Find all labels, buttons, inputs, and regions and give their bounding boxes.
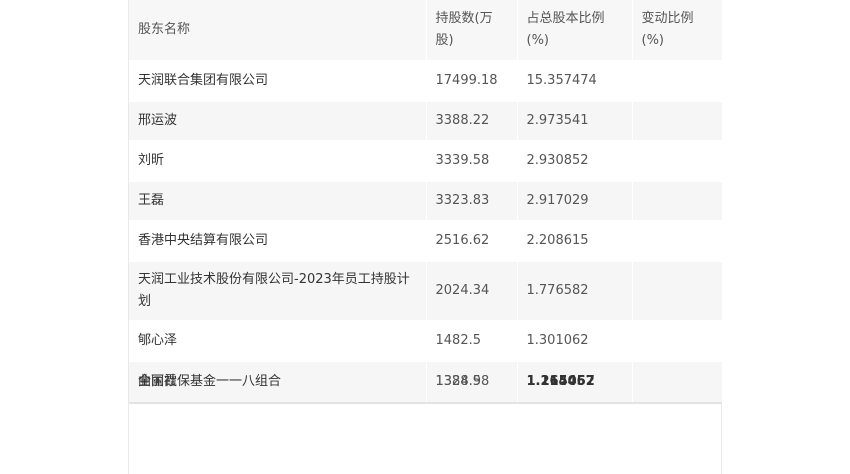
holder-name: 香港中央结算有限公司	[129, 221, 427, 262]
table-row: 王磊 3323.83 2.917029	[129, 181, 722, 222]
holder-shares: 3388.22	[426, 101, 518, 142]
overlapped-name: 全国社保基金一一八组合 曲丽霞	[138, 371, 281, 393]
table-row: 郇心泽 1482.5 1.301062	[129, 321, 722, 362]
holder-change-overlap	[632, 361, 722, 404]
holder-change	[632, 101, 722, 142]
holder-shares: 2516.62	[426, 221, 518, 262]
holder-name-overlap: 全国社保基金一一八组合 曲丽霞	[129, 361, 427, 404]
holder-name: 邢运波	[129, 101, 427, 142]
holder-name-secondary: 曲丽霞	[138, 374, 178, 389]
header-change: 变动比例(%)	[632, 0, 722, 62]
table-header-row: 股东名称 持股数(万股) 占总股本比例(%) 变动比例(%)	[129, 0, 722, 62]
holder-name: 王磊	[129, 181, 427, 222]
holder-ratio: 2.917029	[517, 181, 633, 222]
holder-ratio: 1.301062	[517, 321, 633, 362]
holder-change	[632, 61, 722, 102]
holder-shares: 17499.18	[426, 61, 518, 102]
holder-ratio: 1.776582	[517, 261, 633, 322]
holder-name: 郇心泽	[129, 321, 427, 362]
shareholder-panel: 股东名称 持股数(万股) 占总股本比例(%) 变动比例(%) 天润联合集团有限公…	[128, 0, 722, 474]
holder-ratio-secondary: 1.165457	[526, 374, 595, 389]
shareholder-table: 股东名称 持股数(万股) 占总股本比例(%) 变动比例(%) 天润联合集团有限公…	[129, 0, 722, 404]
holder-change	[632, 181, 722, 222]
table-row-overlapping: 全国社保基金一一八组合 曲丽霞 1384.98 1328.5 1.214062 …	[129, 361, 722, 404]
table-row: 香港中央结算有限公司 2516.62 2.208615	[129, 221, 722, 262]
table-row: 邢运波 3388.22 2.973541	[129, 101, 722, 142]
holder-change	[632, 221, 722, 262]
holder-ratio-overlap: 1.214062 1.165457	[517, 361, 633, 404]
holder-shares-overlap: 1384.98 1328.5	[426, 361, 518, 404]
holder-change	[632, 141, 722, 182]
overlapped-ratio: 1.214062 1.165457	[527, 371, 595, 393]
table-row: 天润工业技术股份有限公司-2023年员工持股计划 2024.34 1.77658…	[129, 261, 722, 322]
holder-name: 天润联合集团有限公司	[129, 61, 427, 102]
table-row: 天润联合集团有限公司 17499.18 15.357474	[129, 61, 722, 102]
holder-ratio: 15.357474	[517, 61, 633, 102]
holder-ratio: 2.208615	[517, 221, 633, 262]
holder-ratio: 2.973541	[517, 101, 633, 142]
header-shares: 持股数(万股)	[426, 0, 518, 62]
holder-name: 刘昕	[129, 141, 427, 182]
holder-shares-secondary: 1328.5	[435, 374, 482, 389]
holder-shares: 2024.34	[426, 261, 518, 322]
holder-change	[632, 261, 722, 322]
holder-ratio: 2.930852	[517, 141, 633, 182]
holder-shares: 3339.58	[426, 141, 518, 182]
header-holder-name: 股东名称	[129, 0, 427, 62]
overlapped-shares: 1384.98 1328.5	[436, 371, 490, 393]
holder-shares: 3323.83	[426, 181, 518, 222]
holder-change	[632, 321, 722, 362]
table-row: 刘昕 3339.58 2.930852	[129, 141, 722, 182]
holder-shares: 1482.5	[426, 321, 518, 362]
header-ratio: 占总股本比例(%)	[517, 0, 633, 62]
holder-name: 天润工业技术股份有限公司-2023年员工持股计划	[129, 261, 427, 322]
